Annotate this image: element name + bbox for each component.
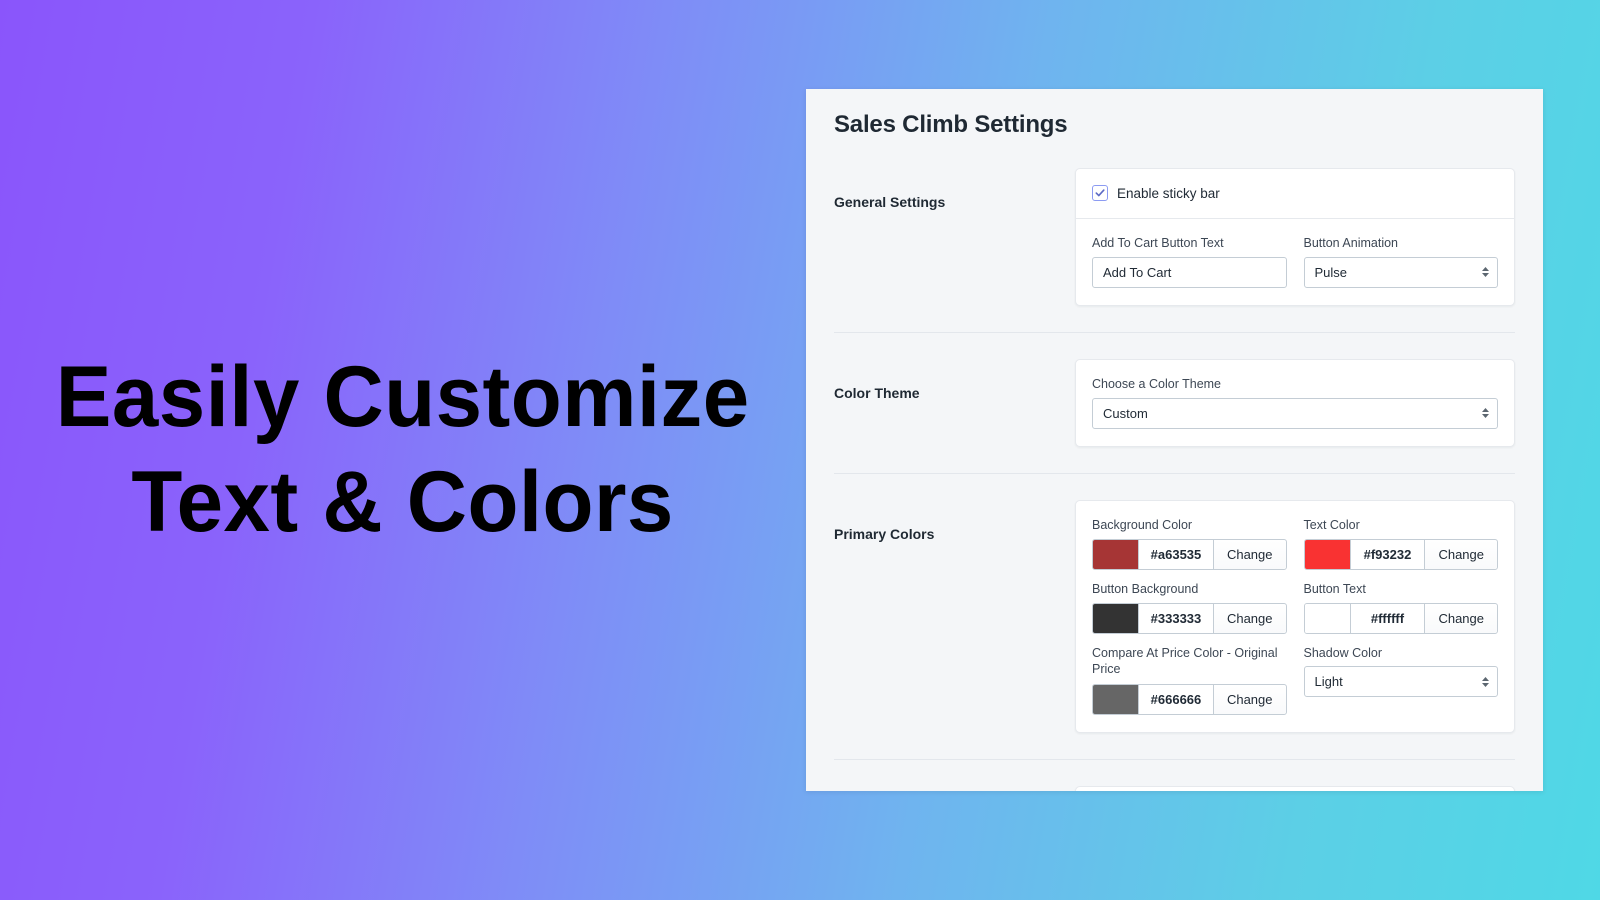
color-theme-card: Choose a Color Theme Custom bbox=[1075, 358, 1515, 447]
section-bottom-border-controls: Bottom Border Controls Enable Bottom Bor… bbox=[834, 758, 1515, 792]
section-label-primary-colors: Primary Colors bbox=[834, 525, 935, 542]
shadow-color-label: Shadow Color bbox=[1303, 645, 1383, 660]
section-color-theme: Color Theme Choose a Color Theme Custom bbox=[834, 331, 1515, 473]
enable-sticky-bar-row[interactable]: Enable sticky bar bbox=[1092, 185, 1498, 201]
compare-at-price-color-swatch[interactable] bbox=[1093, 684, 1139, 714]
add-to-cart-text-field: Add To Cart Button Text Add To Cart bbox=[1092, 235, 1287, 288]
compare-at-price-color-field: Compare At Price Color - Original Price … bbox=[1092, 645, 1287, 715]
hero-section: Easily Customize Text & Colors bbox=[0, 0, 806, 900]
button-text-label: Button Text bbox=[1303, 581, 1366, 596]
text-color-swatch[interactable] bbox=[1304, 539, 1351, 569]
background-color-hex[interactable]: #a63535 bbox=[1139, 540, 1213, 569]
choose-color-theme-select[interactable]: Custom bbox=[1092, 397, 1498, 429]
add-to-cart-text-input[interactable]: Add To Cart bbox=[1092, 256, 1287, 288]
button-background-control: #333333 Change bbox=[1092, 602, 1287, 634]
bottom-border-block: Enable Bottom Border bbox=[1076, 787, 1514, 792]
button-text-control: #ffffff Change bbox=[1303, 602, 1498, 634]
button-text-swatch[interactable] bbox=[1304, 603, 1351, 633]
stepper-arrows-icon bbox=[1482, 408, 1489, 419]
primary-colors-card: Background Color #a63535 Change Text Col… bbox=[1075, 499, 1515, 733]
stepper-arrows-icon bbox=[1482, 676, 1489, 687]
enable-sticky-bar-checkbox[interactable] bbox=[1092, 185, 1108, 201]
background-color-swatch[interactable] bbox=[1093, 539, 1139, 569]
button-text-field: Button Text #ffffff Change bbox=[1303, 581, 1498, 634]
choose-color-theme-value: Custom bbox=[1103, 405, 1148, 421]
button-animation-select[interactable]: Pulse bbox=[1303, 256, 1498, 288]
button-text-hex[interactable]: #ffffff bbox=[1351, 604, 1425, 633]
text-color-label: Text Color bbox=[1303, 517, 1360, 532]
cart-button-block: Add To Cart Button Text Add To Cart Butt… bbox=[1076, 218, 1514, 305]
section-primary-colors: Primary Colors Background Color #a63535 … bbox=[834, 472, 1515, 759]
button-background-swatch[interactable] bbox=[1093, 603, 1139, 633]
background-color-label: Background Color bbox=[1092, 517, 1193, 532]
button-text-change-button[interactable]: Change bbox=[1424, 603, 1497, 633]
settings-panel: Sales Climb Settings General Settings En… bbox=[806, 89, 1543, 791]
text-color-field: Text Color #f93232 Change bbox=[1303, 517, 1498, 570]
bottom-border-card: Enable Bottom Border bbox=[1075, 785, 1515, 792]
button-background-hex[interactable]: #333333 bbox=[1139, 604, 1213, 633]
color-theme-block: Choose a Color Theme Custom bbox=[1076, 360, 1514, 446]
section-general-settings: General Settings Enable sticky bar Add T… bbox=[834, 168, 1515, 332]
button-background-change-button[interactable]: Change bbox=[1212, 603, 1286, 633]
hero-headline-line-2: Text & Colors bbox=[131, 454, 675, 550]
hero-headline-line-1: Easily Customize bbox=[56, 349, 750, 446]
section-label-bottom-border-controls: Bottom Border Controls bbox=[834, 786, 1075, 792]
section-label-color-theme: Color Theme bbox=[834, 384, 920, 401]
compare-at-price-color-hex[interactable]: #666666 bbox=[1139, 685, 1213, 714]
shadow-color-value: Light bbox=[1314, 674, 1343, 690]
background-color-field: Background Color #a63535 Change bbox=[1092, 517, 1287, 570]
shadow-color-select[interactable]: Light bbox=[1303, 666, 1498, 698]
compare-at-price-color-control: #666666 Change bbox=[1092, 683, 1287, 715]
choose-color-theme-label: Choose a Color Theme bbox=[1092, 376, 1222, 391]
compare-at-price-color-change-button[interactable]: Change bbox=[1212, 684, 1286, 714]
background-color-control: #a63535 Change bbox=[1092, 538, 1287, 570]
background-color-change-button[interactable]: Change bbox=[1212, 539, 1286, 569]
button-animation-field: Button Animation Pulse bbox=[1303, 235, 1498, 288]
primary-colors-block: Background Color #a63535 Change Text Col… bbox=[1076, 501, 1514, 732]
page-title: Sales Climb Settings bbox=[834, 111, 1068, 138]
choose-color-theme-field: Choose a Color Theme Custom bbox=[1092, 376, 1498, 429]
text-color-change-button[interactable]: Change bbox=[1424, 539, 1497, 569]
text-color-control: #f93232 Change bbox=[1303, 538, 1498, 570]
section-label-general-settings: General Settings bbox=[834, 194, 946, 210]
general-settings-card: Enable sticky bar Add To Cart Button Tex… bbox=[1075, 168, 1515, 306]
shadow-color-field: Shadow Color Light bbox=[1303, 645, 1498, 715]
add-to-cart-text-label: Add To Cart Button Text bbox=[1092, 236, 1224, 250]
sticky-bar-block: Enable sticky bar bbox=[1076, 169, 1514, 218]
stepper-arrows-icon bbox=[1482, 267, 1489, 278]
button-background-label: Button Background bbox=[1092, 581, 1199, 596]
button-animation-label: Button Animation bbox=[1303, 236, 1399, 250]
enable-sticky-bar-label: Enable sticky bar bbox=[1117, 185, 1220, 201]
text-color-hex[interactable]: #f93232 bbox=[1351, 540, 1425, 569]
compare-at-price-color-label: Compare At Price Color - Original Price bbox=[1092, 645, 1278, 677]
button-animation-value: Pulse bbox=[1314, 264, 1348, 280]
button-background-field: Button Background #333333 Change bbox=[1092, 581, 1287, 634]
